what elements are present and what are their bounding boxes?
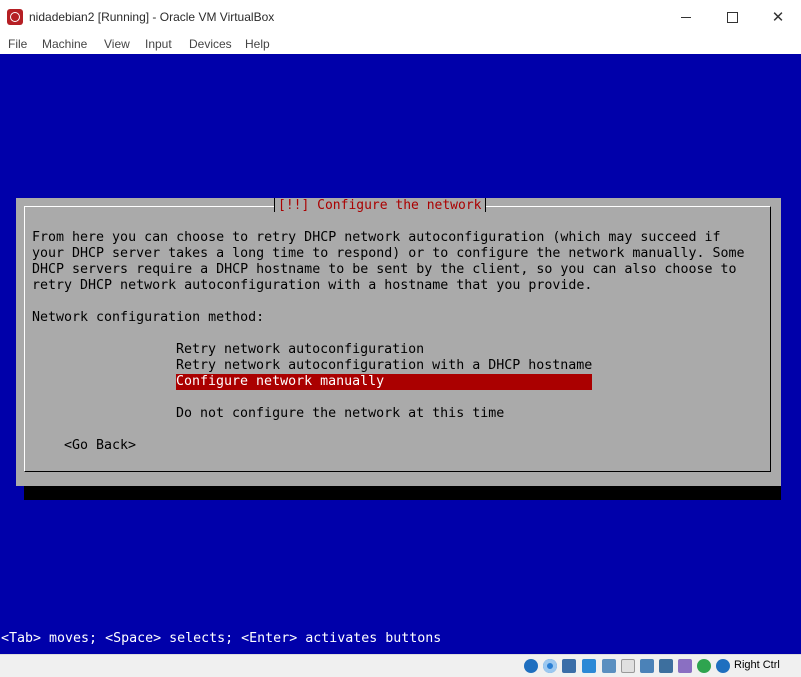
window-title: nidadebian2 [Running] - Oracle VM Virtua… (29, 10, 275, 24)
status-bar: Right Ctrl (0, 654, 801, 677)
display-icon[interactable] (640, 659, 654, 673)
menu-help[interactable]: Help (245, 37, 270, 51)
go-back-button[interactable]: <Go Back> (64, 438, 136, 454)
option-configure-manually[interactable]: Configure network manually (176, 374, 592, 390)
minimize-icon (681, 16, 691, 18)
keyboard-hint: <Tab> moves; <Space> selects; <Enter> ac… (1, 631, 442, 646)
usb-icon[interactable] (602, 659, 616, 673)
menu-file[interactable]: File (8, 37, 27, 51)
option-retry-autoconfig[interactable]: Retry network autoconfiguration (176, 342, 424, 358)
mouse-integration-icon[interactable] (697, 659, 711, 673)
maximize-button[interactable] (709, 0, 755, 34)
optical-drive-icon[interactable] (543, 659, 557, 673)
video-capture-icon[interactable] (659, 659, 673, 673)
hard-disk-icon[interactable] (524, 659, 538, 673)
option-do-not-configure[interactable]: Do not configure the network at this tim… (176, 406, 504, 422)
vm-screen[interactable]: [!!] Configure the network From here you… (0, 54, 801, 654)
menu-input[interactable]: Input (145, 37, 172, 51)
menu-devices[interactable]: Devices (189, 37, 232, 51)
menu-machine[interactable]: Machine (42, 37, 87, 51)
menu-bar: File Machine View Input Devices Help (0, 34, 801, 54)
keyboard-icon[interactable] (716, 659, 730, 673)
dialog-title: [!!] Configure the network (274, 198, 486, 214)
close-button[interactable]: ✕ (755, 0, 801, 34)
title-bar: nidadebian2 [Running] - Oracle VM Virtua… (0, 0, 801, 34)
maximize-icon (726, 11, 738, 23)
option-retry-with-hostname[interactable]: Retry network autoconfiguration with a D… (176, 358, 592, 374)
minimize-button[interactable] (663, 0, 709, 34)
virtualbox-app-icon (7, 9, 23, 25)
network-icon[interactable] (582, 659, 596, 673)
method-label: Network configuration method: (32, 310, 265, 325)
configure-network-dialog: [!!] Configure the network From here you… (16, 198, 781, 486)
menu-view[interactable]: View (104, 37, 130, 51)
close-icon: ✕ (771, 7, 785, 26)
shared-folders-icon[interactable] (621, 659, 635, 673)
dialog-description: From here you can choose to retry DHCP n… (32, 230, 745, 293)
host-key-label: Right Ctrl (734, 659, 780, 671)
audio-icon[interactable] (562, 659, 576, 673)
cpu-icon[interactable] (678, 659, 692, 673)
